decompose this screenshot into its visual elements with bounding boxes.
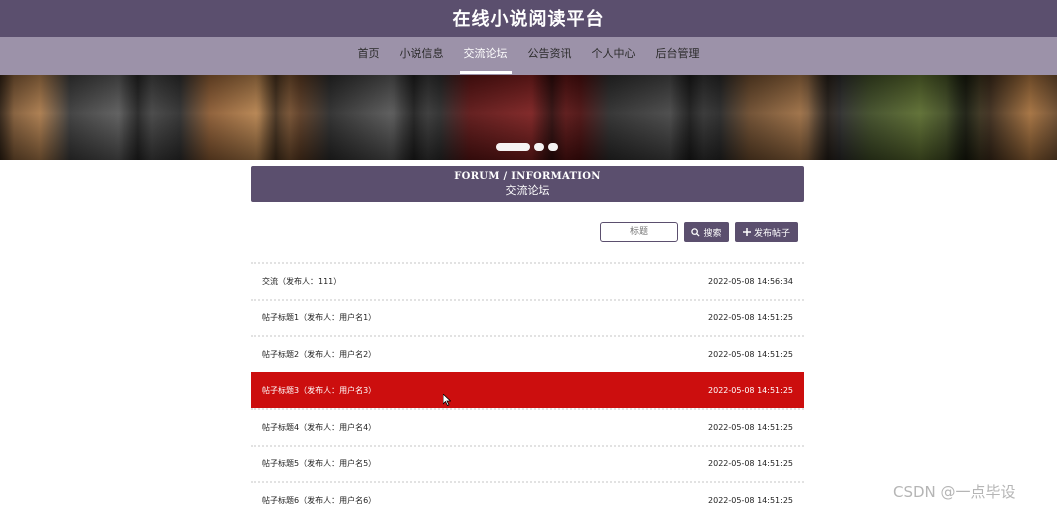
post-row[interactable]: 帖子标题4（发布人：用户名4） 2022-05-08 14:51:25 (251, 408, 804, 445)
post-time: 2022-05-08 14:51:25 (708, 386, 793, 396)
publish-post-label: 发布帖子 (753, 228, 790, 239)
nav-item[interactable]: 小说信息 (398, 37, 446, 75)
section-header: FORUM / INFORMATION 交流论坛 (251, 166, 804, 202)
nav-item[interactable]: 个人中心 (590, 37, 638, 75)
post-title: 帖子标题4（发布人：用户名4） (262, 422, 377, 432)
post-time: 2022-05-08 14:51:25 (708, 459, 793, 469)
nav-item[interactable]: 首页 (356, 37, 382, 75)
post-title: 帖子标题5（发布人：用户名5） (262, 459, 377, 469)
post-row[interactable]: 帖子标题2（发布人：用户名2） 2022-05-08 14:51:25 (251, 335, 804, 372)
search-icon (691, 227, 701, 237)
mouse-cursor-icon (442, 391, 452, 410)
post-row[interactable]: 帖子标题3（发布人：用户名3） 2022-05-08 14:51:25 (251, 371, 804, 408)
post-title: 帖子标题6（发布人：用户名6） (262, 495, 377, 505)
post-title: 交流（发布人：111） (262, 276, 342, 286)
nav-item[interactable]: 公告资讯 (526, 37, 574, 75)
post-row[interactable]: 帖子标题6（发布人：用户名6） 2022-05-08 14:51:25 (251, 481, 804, 508)
post-title: 帖子标题2（发布人：用户名2） (262, 349, 377, 359)
nav-item[interactable]: 交流论坛 (459, 37, 512, 75)
post-time: 2022-05-08 14:51:25 (708, 313, 793, 323)
section-title-cn: 交流论坛 (505, 184, 550, 197)
book-banner-carousel[interactable] (0, 75, 1057, 160)
carousel-dot[interactable] (548, 143, 558, 151)
post-row[interactable]: 帖子标题1（发布人：用户名1） 2022-05-08 14:51:25 (251, 298, 804, 336)
title-search-input[interactable] (600, 222, 678, 242)
post-time: 2022-05-08 14:51:25 (708, 422, 793, 432)
post-title: 帖子标题3（发布人：用户名3） (262, 386, 377, 396)
post-time: 2022-05-08 14:51:25 (708, 495, 793, 505)
post-row[interactable]: 帖子标题5（发布人：用户名5） 2022-05-08 14:51:25 (251, 444, 804, 482)
csdn-watermark: CSDN @一点毕设 (893, 483, 1016, 501)
carousel-dot[interactable] (534, 143, 544, 151)
nav-list: 首页 小说信息 交流论坛 公告资讯 个人中心 后台管理 (0, 37, 1057, 75)
post-time: 2022-05-08 14:51:25 (708, 349, 793, 359)
post-time: 2022-05-08 14:56:34 (708, 276, 793, 286)
post-row[interactable]: 交流（发布人：111） 2022-05-08 14:56:34 (251, 262, 804, 299)
section-title-en: FORUM / INFORMATION (454, 171, 601, 182)
publish-post-button[interactable]: 发布帖子 (735, 222, 798, 242)
search-button-label: 搜索 (703, 228, 722, 239)
search-button[interactable]: 搜索 (684, 222, 729, 242)
top-header: 在线小说阅读平台 (0, 0, 1057, 37)
site-title: 在线小说阅读平台 (452, 9, 605, 30)
plus-icon (742, 228, 751, 236)
carousel-dot[interactable] (496, 143, 530, 151)
carousel-dots (496, 143, 558, 151)
nav-item[interactable]: 后台管理 (654, 37, 702, 75)
main-nav: 首页 小说信息 交流论坛 公告资讯 个人中心 后台管理 (0, 37, 1057, 75)
forum-post-list: 交流（发布人：111） 2022-05-08 14:56:34 帖子标题1（发布人：… (251, 262, 804, 508)
post-title: 帖子标题1（发布人：用户名1） (262, 313, 377, 323)
